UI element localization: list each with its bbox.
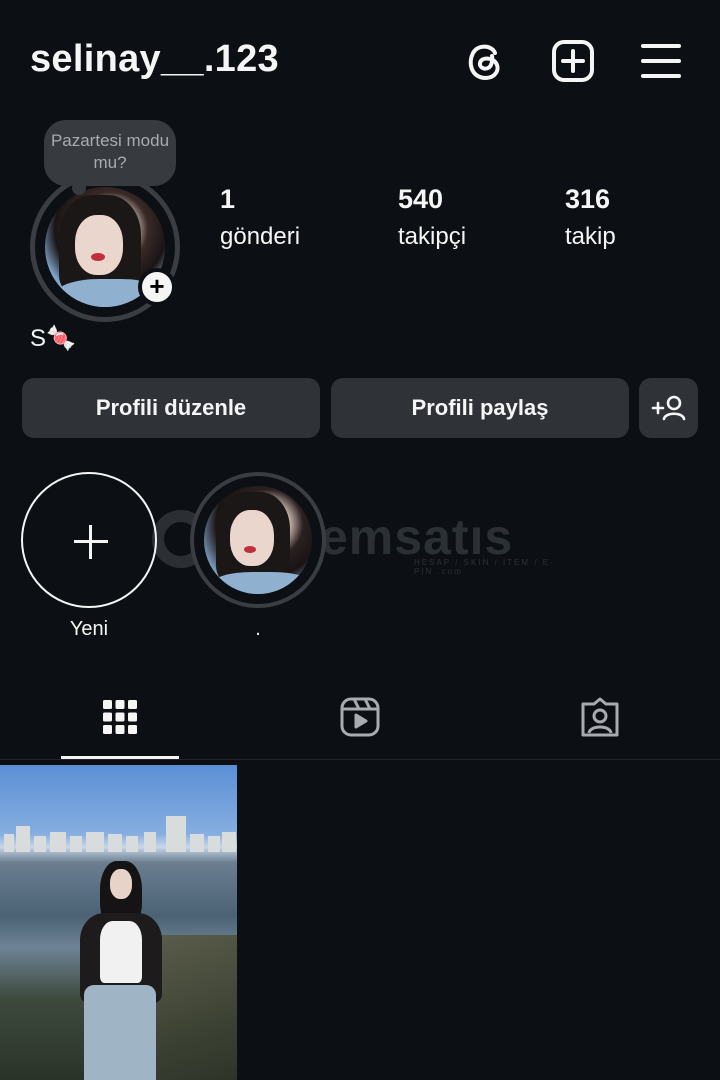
tagged-person-icon	[581, 697, 619, 737]
stat-following[interactable]: 316 takip	[565, 184, 616, 251]
watermark-subtext: HESAP / SKIN / ITEM / E-PIN .com	[414, 558, 572, 576]
grid-icon	[103, 700, 137, 734]
profile-bio: S🍬	[30, 325, 76, 352]
active-tab-indicator	[61, 756, 179, 759]
share-profile-button[interactable]: Profili paylaş	[331, 378, 629, 438]
profile-tabs	[0, 686, 720, 760]
highlight-new[interactable]: Yeni	[21, 472, 157, 641]
discover-people-button[interactable]	[639, 378, 698, 438]
stat-following-label: takip	[565, 223, 616, 250]
new-highlight-circle	[21, 472, 157, 608]
profile-username[interactable]: selinay__.123	[30, 38, 279, 81]
plus-icon-vertical	[89, 525, 92, 559]
post-thumbnail[interactable]	[0, 765, 237, 1080]
stat-posts-label: gönderi	[220, 223, 301, 250]
highlight-item[interactable]: .	[190, 472, 326, 641]
note-bubble-tail	[72, 181, 86, 195]
stat-following-value: 316	[565, 184, 611, 214]
stat-followers-value: 540	[398, 184, 444, 214]
highlight-cover-ring	[190, 472, 326, 608]
reels-icon	[340, 697, 380, 737]
note-bubble[interactable]: Pazartesi modu mu?	[44, 120, 176, 195]
add-person-icon	[651, 395, 686, 421]
tab-reels[interactable]	[240, 686, 480, 760]
highlight-cover	[204, 486, 312, 594]
edit-profile-button[interactable]: Profili düzenle	[22, 378, 320, 438]
tab-tagged[interactable]	[480, 686, 720, 760]
tab-grid[interactable]	[0, 686, 240, 760]
create-post-icon[interactable]	[550, 38, 596, 84]
watermark-domain: .com	[437, 567, 463, 576]
stat-posts-value: 1	[220, 184, 236, 214]
menu-icon[interactable]	[638, 38, 684, 84]
stat-followers-label: takipçi	[398, 223, 467, 250]
profile-avatar[interactable]: +	[30, 172, 190, 322]
note-text: Pazartesi modu mu?	[50, 131, 170, 172]
threads-icon[interactable]	[462, 38, 508, 84]
stat-posts[interactable]: 1 gönderi	[220, 184, 300, 251]
highlight-item-label: .	[255, 618, 261, 640]
add-story-icon[interactable]: +	[138, 268, 176, 306]
highlight-new-label: Yeni	[69, 618, 109, 640]
watermark-sub: HESAP / SKIN / ITEM / E-PIN	[414, 558, 555, 576]
stat-followers[interactable]: 540 takipçi	[398, 184, 466, 251]
profile-header: selinay__.123	[0, 0, 720, 120]
